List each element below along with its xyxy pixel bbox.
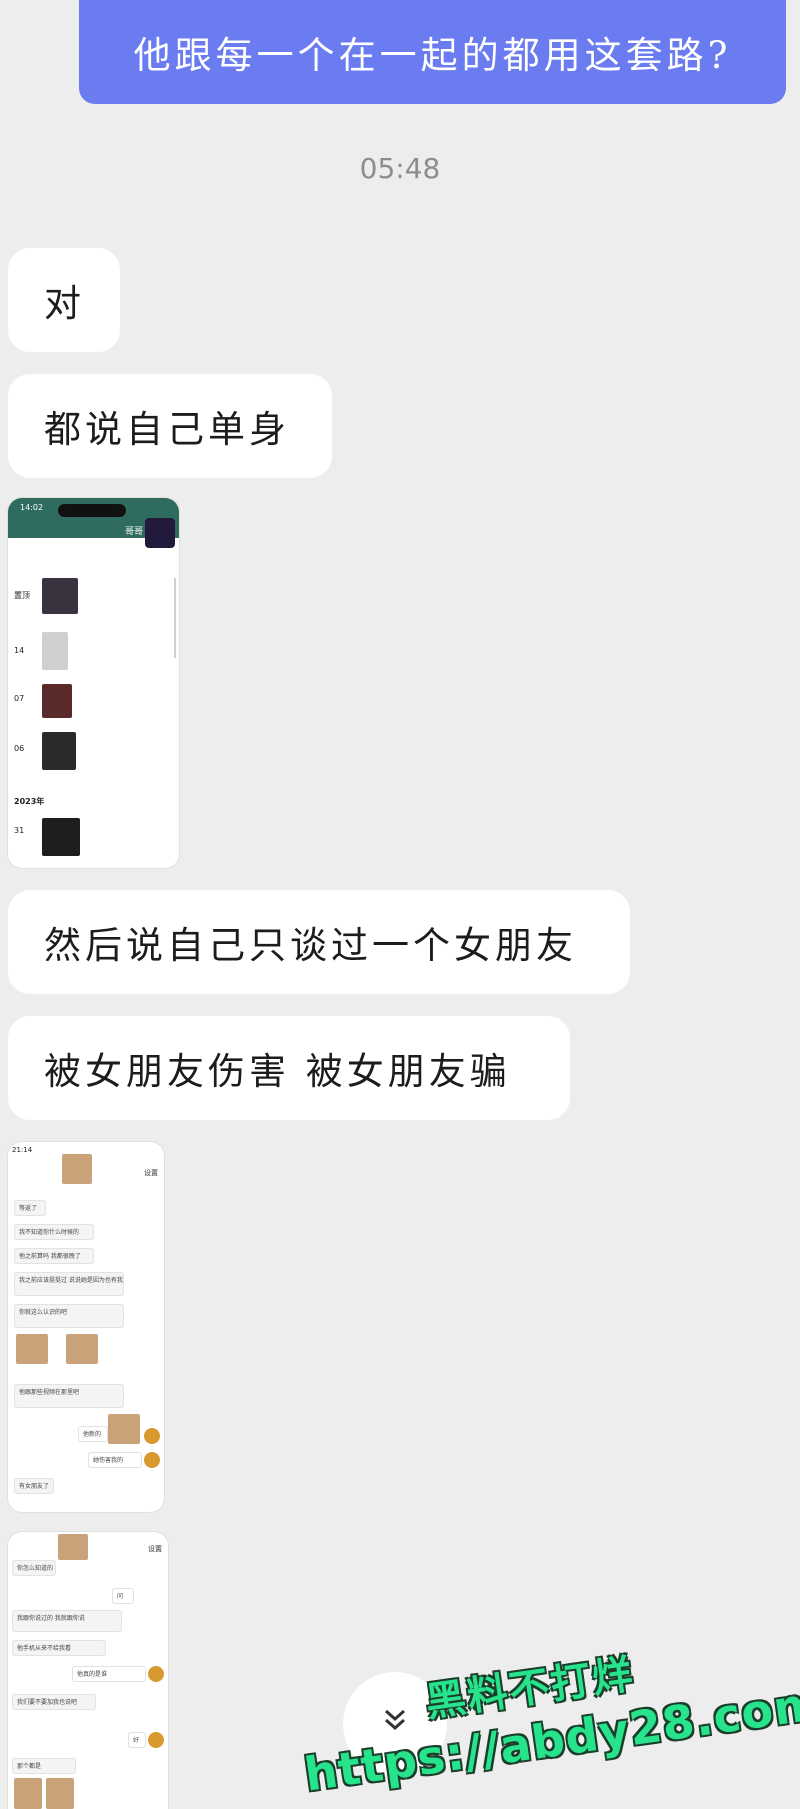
received-message-text: 被女朋友伤害 被女朋友骗 xyxy=(44,1050,511,1093)
profile-name: 哥哥 xyxy=(124,527,143,537)
message-timestamp: 05:48 xyxy=(359,152,441,185)
chat-message: 你就这么认识的吧 xyxy=(14,1304,124,1328)
year-label: 2023年 xyxy=(14,797,45,806)
thumbnail-header: 14:02 哥哥 xyxy=(8,498,179,548)
post-image xyxy=(42,578,78,614)
chat-message: 我不知道你什么时候的 xyxy=(14,1224,94,1240)
timeline-label: 置顶 xyxy=(14,591,30,600)
timeline-date: 07 xyxy=(14,694,25,703)
chat-message: 他新的 xyxy=(78,1426,108,1442)
avatar xyxy=(148,1666,164,1682)
post-image xyxy=(42,818,80,856)
chat-message: 他跟那些视频在那里吧 xyxy=(14,1384,124,1408)
chat-message: 他真的是谁 xyxy=(72,1666,146,1682)
sticker-image xyxy=(46,1778,74,1809)
play-icon[interactable] xyxy=(74,655,120,715)
post-image xyxy=(42,732,76,770)
phone-notch xyxy=(58,504,126,517)
received-chat-screenshot[interactable]: 设置 你怎么知道的 问 我跟你说过的 我就跟你说 他手机从来不给我看 他真的是谁… xyxy=(8,1532,168,1809)
avatar xyxy=(148,1732,164,1748)
sticker-image xyxy=(108,1414,140,1444)
sticker-image xyxy=(66,1334,98,1364)
avatar xyxy=(145,518,175,548)
chat-message: 你怎么知道的 xyxy=(12,1560,56,1576)
received-message-text: 然后说自己只谈过一个女朋友 xyxy=(44,924,577,967)
avatar xyxy=(58,1534,88,1560)
post-image xyxy=(42,684,72,718)
avatar xyxy=(144,1428,160,1444)
chat-message: 那个都是 xyxy=(12,1758,76,1774)
status-time: 14:02 xyxy=(20,503,44,512)
received-message-bubble[interactable]: 然后说自己只谈过一个女朋友 xyxy=(8,890,630,994)
received-message-bubble[interactable]: 被女朋友伤害 被女朋友骗 xyxy=(8,1016,570,1120)
timeline-date: 31 xyxy=(14,826,25,835)
chat-message: 我跟你说过的 我就跟你说 xyxy=(12,1610,122,1632)
received-message-bubble[interactable]: 对 xyxy=(8,248,120,352)
scrollbar xyxy=(174,578,176,658)
sticker-image xyxy=(16,1334,48,1364)
watermark: 黑料不打烊 https://abdy28.com xyxy=(292,1615,800,1809)
settings-link: 设置 xyxy=(148,1545,162,1553)
chat-message: 我之前应该挺挺过 说说她是因为也有我 xyxy=(14,1272,124,1296)
avatar xyxy=(144,1452,160,1468)
chat-message: 有女朋友了 xyxy=(14,1478,54,1494)
received-message-bubble[interactable]: 都说自己单身 xyxy=(8,374,332,478)
chat-message: 我们要不要加我也说吧 xyxy=(12,1694,96,1710)
avatar xyxy=(62,1154,92,1184)
sent-message-text: 他跟每一个在一起的都用这套路? xyxy=(133,34,732,77)
chat-message: 问 xyxy=(112,1588,134,1604)
received-chat-screenshot[interactable]: 21:14 设置 等返了 我不知道你什么时候的 他之前算吗 我都很晚了 我之前应… xyxy=(8,1142,164,1512)
chat-message: 她伤害我的 xyxy=(88,1452,142,1468)
settings-link: 设置 xyxy=(144,1169,158,1177)
timeline-date: 14 xyxy=(14,646,25,655)
received-message-text: 都说自己单身 xyxy=(44,408,290,451)
status-time: 21:14 xyxy=(12,1146,33,1154)
chat-message: 他之前算吗 我都很晚了 xyxy=(14,1248,94,1264)
chat-message: 好 xyxy=(128,1732,146,1748)
sent-message-bubble[interactable]: 他跟每一个在一起的都用这套路? xyxy=(79,0,786,104)
chat-message: 他手机从来不给我看 xyxy=(12,1640,106,1656)
sticker-image xyxy=(14,1778,42,1809)
received-message-text: 对 xyxy=(44,282,85,325)
post-image xyxy=(42,632,68,670)
chat-message: 等返了 xyxy=(14,1200,46,1216)
timeline-date: 06 xyxy=(14,744,25,753)
